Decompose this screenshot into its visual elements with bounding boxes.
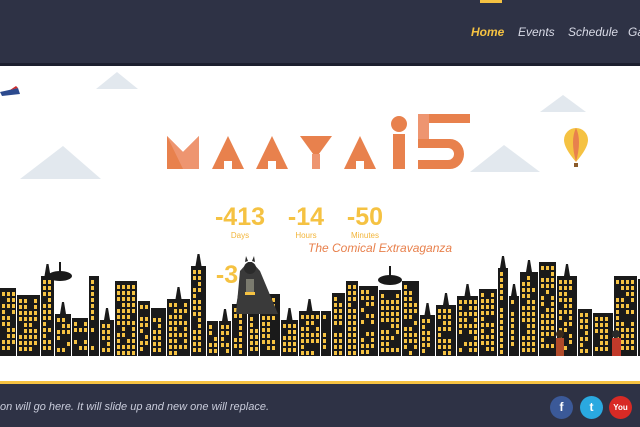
main-nav: Home Events Schedule Ga [0, 25, 640, 45]
nav-events-link[interactable]: Events [518, 25, 555, 39]
countdown-value: -3 [215, 261, 239, 289]
cloud-icon [20, 72, 586, 179]
nav-home-link[interactable]: Home [471, 25, 504, 39]
countdown-unit: Hours [295, 231, 317, 240]
hero-section: The Comical Extravaganza -413 Days -14 H… [0, 66, 640, 381]
hot-air-balloon-icon [564, 128, 588, 167]
youtube-icon[interactable]: You [609, 396, 632, 419]
news-ticker: on will go here. It will slide up and ne… [0, 401, 270, 413]
countdown-value: -413 [214, 203, 266, 231]
countdown-unit: Minutes [350, 231, 379, 240]
countdown-minutes: -50 Minutes [340, 204, 390, 240]
facebook-icon[interactable]: f [550, 396, 573, 419]
event-tagline: The Comical Extravaganza [308, 241, 453, 255]
countdown-value: -14 [287, 203, 325, 231]
flying-superhero-icon [0, 86, 20, 96]
top-navigation-bar: Home Events Schedule Ga [0, 0, 640, 66]
nav-games-link[interactable]: Ga [628, 25, 640, 39]
twitter-icon[interactable]: t [580, 396, 603, 419]
countdown-value: -50 [346, 203, 384, 231]
countdown-unit: Days [230, 231, 250, 240]
city-skyline [0, 254, 640, 356]
countdown-seconds: -3 [210, 262, 244, 288]
countdown-days: -413 Days [210, 204, 270, 240]
footer-bar: on will go here. It will slide up and ne… [0, 381, 640, 427]
countdown-hours: -14 Hours [283, 204, 329, 240]
maaya-logo [167, 114, 470, 169]
active-indicator [480, 0, 502, 3]
nav-schedule-link[interactable]: Schedule [568, 25, 618, 39]
